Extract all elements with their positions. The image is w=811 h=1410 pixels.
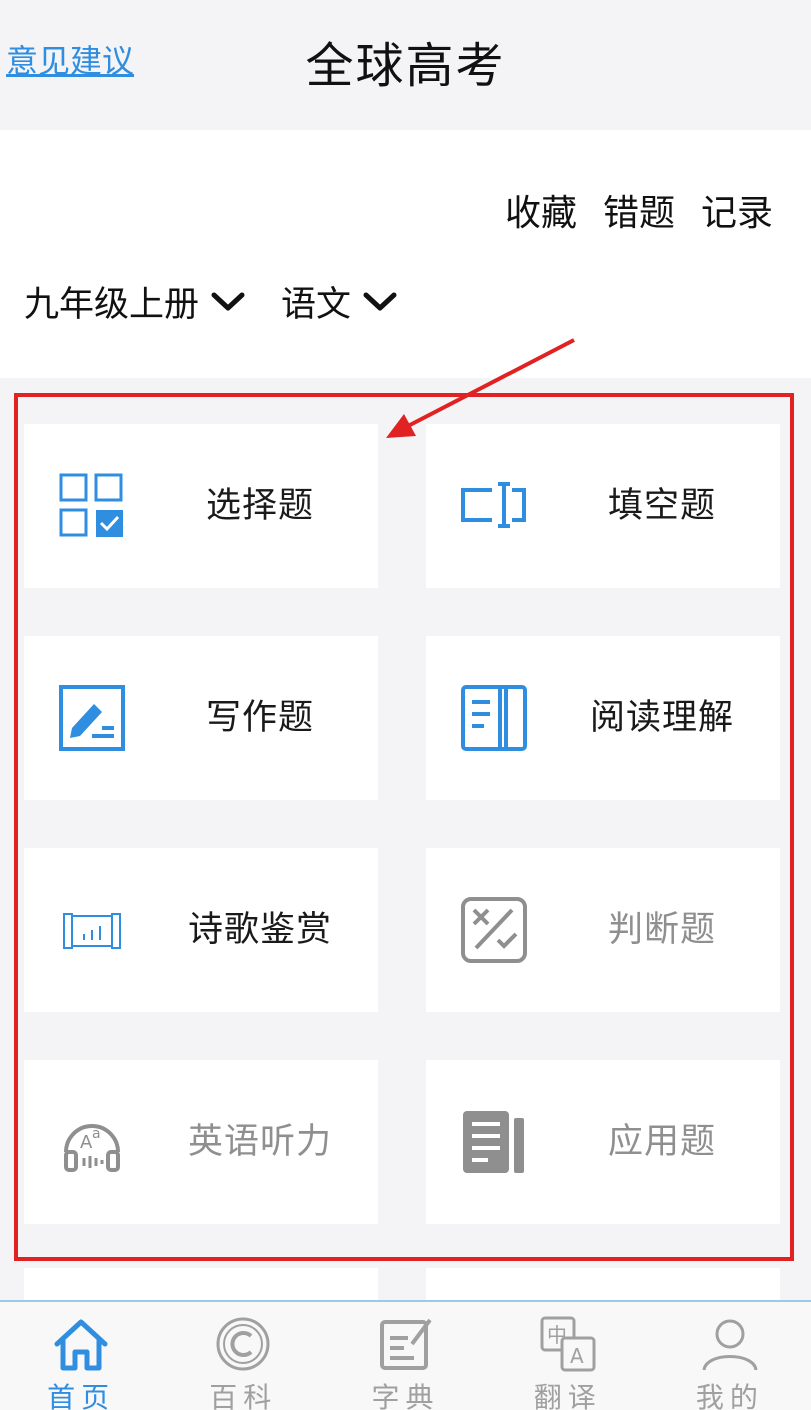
category-multiple-choice[interactable]: 选择题 [24,424,378,588]
user-icon [702,1319,758,1371]
tab-label: 百科 [209,1381,278,1410]
svg-text:A: A [570,1344,584,1368]
tab-label: 我的 [695,1381,764,1410]
tab-label: 字典 [371,1381,440,1410]
subject-dropdown[interactable]: 语文 [281,276,397,327]
reading-book-icon [461,685,527,751]
grade-dropdown-label: 九年级上册 [24,285,200,325]
category-writing[interactable]: 写作题 [24,636,378,800]
tab-label: 首页 [47,1381,116,1410]
category-reading[interactable]: 阅读理解 [426,636,780,800]
category-label: 阅读理解 [589,698,734,738]
records-link[interactable]: 记录 [701,184,773,236]
partial-card [24,1268,378,1300]
category-true-false[interactable]: 判断题 [426,848,780,1012]
category-label: 选择题 [205,486,314,526]
filters: 九年级上册 语文 [24,276,433,327]
favorites-link[interactable]: 收藏 [505,184,577,236]
page-title: 全球高考 [305,38,506,94]
svg-text:a: a [92,1126,101,1142]
category-label: 诗歌鉴赏 [187,910,332,950]
edit-note-icon [379,1318,432,1370]
category-label: 填空题 [607,486,716,526]
tab-dictionary[interactable]: 字典 [324,1302,486,1410]
document-icon [463,1111,524,1173]
category-application[interactable]: 应用题 [426,1060,780,1224]
tab-home[interactable]: 首页 [0,1302,162,1410]
true-false-icon [461,897,527,963]
tab-translate[interactable]: 中 A 翻译 [487,1302,649,1410]
category-label: 英语听力 [187,1122,332,1162]
translate-icon: 中 A [540,1316,596,1372]
tab-encyclopedia[interactable]: 百科 [162,1302,324,1410]
bottom-tab-bar: 首页 百科 字典 中 A 翻译 我的 [0,1300,811,1410]
subject-dropdown-label: 语文 [281,285,352,325]
writing-icon [59,685,125,751]
top-bar: 意见建议 全球高考 [0,0,811,128]
copyright-icon [216,1317,270,1371]
scroll-icon [63,913,121,949]
chevron-down-icon [211,292,245,310]
category-label: 写作题 [205,698,314,738]
wrong-questions-link[interactable]: 错题 [603,184,675,236]
filter-panel: 收藏 错题 记录 九年级上册 语文 [0,130,811,378]
headphones-icon: A a [64,1124,120,1172]
tab-label: 翻译 [533,1381,602,1410]
chevron-down-icon [363,292,397,310]
category-poetry[interactable]: 诗歌鉴赏 [24,848,378,1012]
tab-mine[interactable]: 我的 [649,1302,811,1410]
quick-links: 收藏 错题 记录 [505,184,773,236]
home-icon [54,1319,108,1371]
grade-dropdown[interactable]: 九年级上册 [24,276,245,327]
multiple-choice-icon [59,473,123,537]
partial-card [426,1268,780,1300]
category-label: 应用题 [607,1122,716,1162]
category-label: 判断题 [607,910,716,950]
category-fill-blank[interactable]: 填空题 [426,424,780,588]
category-english-listening[interactable]: A a 英语听力 [24,1060,378,1224]
fill-blank-icon [461,482,526,528]
